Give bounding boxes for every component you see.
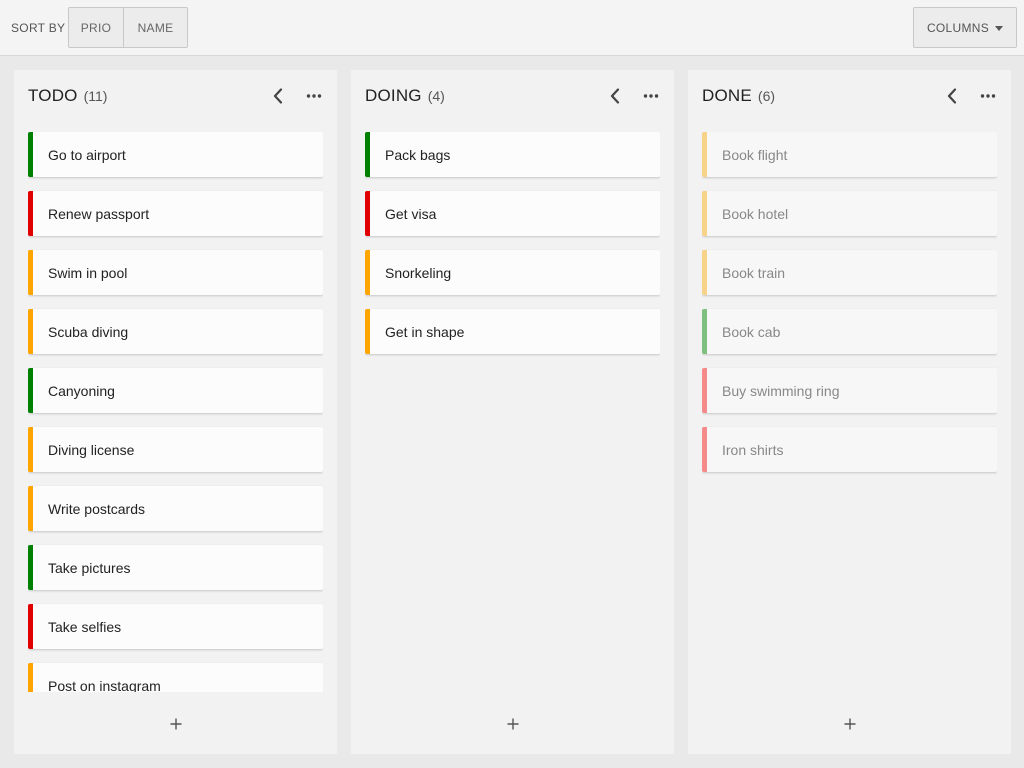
- task-card[interactable]: Take pictures: [28, 545, 323, 590]
- priority-bar: [365, 309, 370, 354]
- column-todo: TODO (11) Go to airport Renew passport S…: [14, 70, 337, 754]
- task-label: Go to airport: [48, 147, 126, 163]
- task-label: Renew passport: [48, 206, 150, 222]
- card-list: Go to airport Renew passport Swim in poo…: [28, 132, 323, 692]
- column-header: DOING (4): [365, 86, 660, 106]
- priority-bar: [28, 250, 33, 295]
- task-label: Write postcards: [48, 501, 145, 517]
- priority-bar: [702, 191, 707, 236]
- task-card[interactable]: Book cab: [702, 309, 997, 354]
- task-label: Pack bags: [385, 147, 451, 163]
- column-done: DONE (6) Book flight Book hotel Book tra…: [688, 70, 1011, 754]
- priority-bar: [702, 250, 707, 295]
- task-card[interactable]: Snorkeling: [365, 250, 660, 295]
- task-label: Take pictures: [48, 560, 131, 576]
- sort-by-label: SORT BY: [11, 21, 66, 35]
- priority-bar: [365, 250, 370, 295]
- priority-bar: [702, 427, 707, 472]
- columns-label: COLUMNS: [926, 20, 990, 35]
- task-label: Diving license: [48, 442, 135, 458]
- columns-dropdown-button[interactable]: COLUMNS: [913, 7, 1017, 48]
- priority-bar: [28, 663, 33, 692]
- column-count: (11): [83, 88, 108, 104]
- priority-bar: [702, 368, 707, 413]
- task-card[interactable]: Diving license: [28, 427, 323, 472]
- task-label: Book hotel: [722, 206, 789, 222]
- priority-bar: [28, 132, 33, 177]
- priority-bar: [365, 191, 370, 236]
- more-options-icon[interactable]: [642, 87, 660, 105]
- task-label: Book cab: [722, 324, 781, 340]
- add-card-plus-icon[interactable]: [164, 714, 188, 734]
- sort-prio-button[interactable]: PRIO: [69, 8, 124, 47]
- more-options-icon[interactable]: [979, 87, 997, 105]
- task-card[interactable]: Book flight: [702, 132, 997, 177]
- column-title: TODO: [28, 86, 78, 105]
- column-title: DOING: [365, 86, 422, 105]
- column-header: DONE (6): [702, 86, 997, 106]
- task-card[interactable]: Pack bags: [365, 132, 660, 177]
- task-label: Take selfies: [48, 619, 122, 635]
- task-card[interactable]: Take selfies: [28, 604, 323, 649]
- card-list: Pack bags Get visa Snorkeling Get in sha…: [365, 132, 660, 692]
- task-label: Swim in pool: [48, 265, 128, 281]
- priority-bar: [28, 604, 33, 649]
- priority-bar: [365, 132, 370, 177]
- collapse-chevron-left-icon[interactable]: [270, 87, 286, 105]
- task-label: Book flight: [722, 147, 788, 163]
- task-label: Iron shirts: [722, 442, 784, 458]
- sort-name-button[interactable]: NAME: [124, 8, 187, 47]
- priority-bar: [28, 191, 33, 236]
- task-label: Canyoning: [48, 383, 115, 399]
- task-card[interactable]: Go to airport: [28, 132, 323, 177]
- sort-button-group: PRIO NAME: [68, 7, 188, 48]
- collapse-chevron-left-icon[interactable]: [607, 87, 623, 105]
- add-card-plus-icon[interactable]: [838, 714, 862, 734]
- task-label: Scuba diving: [48, 324, 129, 340]
- column-count: (6): [757, 88, 776, 104]
- add-card-plus-icon[interactable]: [501, 714, 525, 734]
- priority-bar: [28, 309, 33, 354]
- task-label: Snorkeling: [385, 265, 452, 281]
- column-title: DONE: [702, 86, 752, 105]
- kanban-board: TODO (11) Go to airport Renew passport S…: [14, 70, 1011, 754]
- task-card[interactable]: Buy swimming ring: [702, 368, 997, 413]
- task-card[interactable]: Get in shape: [365, 309, 660, 354]
- task-label: Get visa: [385, 206, 437, 222]
- task-card[interactable]: Scuba diving: [28, 309, 323, 354]
- task-label: Post on instagram: [48, 678, 161, 692]
- priority-bar: [702, 132, 707, 177]
- task-card[interactable]: Get visa: [365, 191, 660, 236]
- column-doing: DOING (4) Pack bags Get visa Snorkeling …: [351, 70, 674, 754]
- priority-bar: [28, 427, 33, 472]
- task-card[interactable]: Book train: [702, 250, 997, 295]
- column-count: (4): [427, 88, 445, 104]
- priority-bar: [28, 368, 33, 413]
- task-card[interactable]: Canyoning: [28, 368, 323, 413]
- collapse-chevron-left-icon[interactable]: [944, 87, 960, 105]
- task-label: Book train: [722, 265, 786, 281]
- priority-bar: [702, 309, 707, 354]
- toolbar: SORT BY PRIO NAME COLUMNS: [0, 0, 1024, 56]
- column-header: TODO (11): [28, 86, 323, 106]
- priority-bar: [28, 545, 33, 590]
- task-label: Buy swimming ring: [722, 383, 840, 399]
- task-card[interactable]: Write postcards: [28, 486, 323, 531]
- task-label: Get in shape: [385, 324, 465, 340]
- caret-down-icon: [995, 25, 1004, 31]
- priority-bar: [28, 486, 33, 531]
- task-card[interactable]: Iron shirts: [702, 427, 997, 472]
- task-card[interactable]: Post on instagram: [28, 663, 323, 692]
- more-options-icon[interactable]: [305, 87, 323, 105]
- task-card[interactable]: Renew passport: [28, 191, 323, 236]
- task-card[interactable]: Swim in pool: [28, 250, 323, 295]
- card-list: Book flight Book hotel Book train Book c…: [702, 132, 997, 692]
- task-card[interactable]: Book hotel: [702, 191, 997, 236]
